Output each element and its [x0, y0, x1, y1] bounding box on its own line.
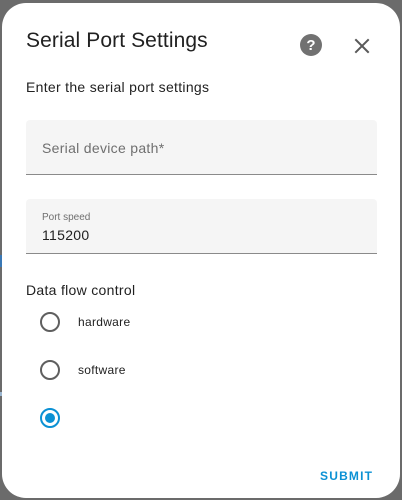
- dialog-title: Serial Port Settings: [26, 29, 208, 52]
- radio-button-checked[interactable]: [40, 408, 60, 428]
- dialog-subtitle: Enter the serial port settings: [26, 79, 210, 95]
- submit-button[interactable]: SUBMIT: [320, 469, 373, 483]
- close-icon[interactable]: [350, 34, 374, 58]
- radio-button[interactable]: [40, 312, 60, 332]
- radio-option-software[interactable]: software: [32, 350, 332, 390]
- serial-device-path-placeholder: Serial device path*: [42, 140, 165, 156]
- help-icon[interactable]: ?: [300, 34, 322, 56]
- radio-label: software: [78, 363, 126, 377]
- radio-label: hardware: [78, 315, 131, 329]
- serial-device-path-field[interactable]: Serial device path*: [26, 120, 377, 175]
- radio-option-none[interactable]: [32, 398, 332, 438]
- port-speed-label: Port speed: [42, 212, 91, 223]
- port-speed-field[interactable]: Port speed 115200: [26, 199, 377, 254]
- serial-port-dialog: Serial Port Settings ? Enter the serial …: [2, 3, 400, 498]
- radio-option-hardware[interactable]: hardware: [32, 302, 332, 342]
- data-flow-control-label: Data flow control: [26, 282, 136, 298]
- radio-button[interactable]: [40, 360, 60, 380]
- port-speed-value: 115200: [42, 227, 90, 243]
